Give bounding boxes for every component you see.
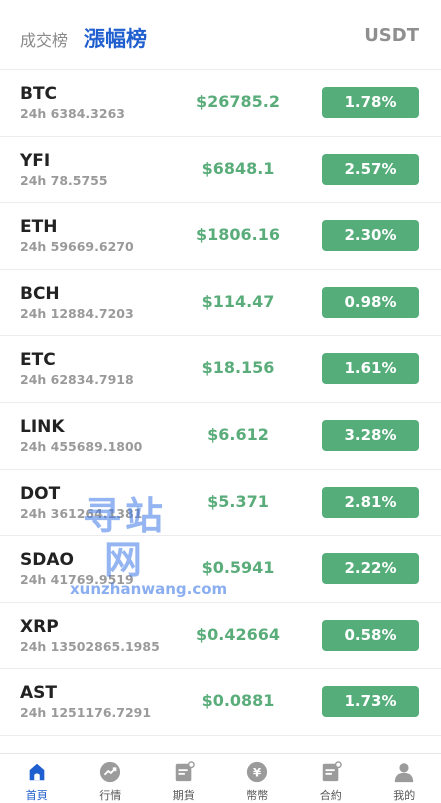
quote-currency[interactable]: USDT [364, 25, 419, 46]
tab-futures[interactable]: 期貨 [147, 754, 221, 803]
coin-price: $6.612 [207, 424, 269, 444]
list-item[interactable]: AST 24h 1251176.7291 $0.0881 1.73% [0, 669, 441, 736]
tab-label: 合約 [319, 789, 342, 802]
tab-market[interactable]: 行情 [74, 754, 148, 803]
change-badge[interactable]: 0.98% [322, 286, 419, 318]
change-badge[interactable]: 2.81% [322, 486, 419, 518]
coin-symbol: BTC [20, 84, 58, 104]
change-badge[interactable]: 1.78% [322, 87, 419, 118]
tab-label: 期貨 [172, 789, 195, 802]
coin-symbol: BCH [20, 283, 60, 304]
coin-volume: 24h 1251176.7291 [20, 705, 152, 721]
coin-price: $0.42664 [195, 624, 280, 644]
coin-symbol: DOT [20, 483, 61, 504]
coin-price: $5.371 [207, 491, 269, 511]
coin-symbol: SDAO [20, 550, 74, 571]
list-item[interactable]: LINK 24h 455689.1800 $6.612 3.28% [0, 402, 441, 470]
coin-price: $1806.16 [195, 225, 280, 245]
tab-label: 行情 [99, 789, 122, 802]
contract-icon [322, 761, 342, 782]
change-badge[interactable]: 0.58% [322, 619, 419, 651]
coin-symbol: YFI [20, 150, 51, 171]
list-item[interactable]: YFI 24h 78.5755 $6848.1 2.57% [0, 136, 441, 204]
change-badge[interactable]: 2.57% [322, 153, 419, 185]
coin-volume: 24h 6384.3263 [20, 106, 125, 121]
coin-price: $114.47 [201, 291, 275, 311]
tab-profile[interactable]: 我的 [368, 754, 441, 803]
coin-symbol: ETC [20, 350, 56, 371]
coin-volume: 24h 62834.7918 [20, 372, 134, 388]
coin-price: $26785.2 [195, 92, 280, 111]
change-badge[interactable]: 1.61% [322, 353, 419, 385]
user-icon [395, 763, 414, 783]
list-item[interactable]: DOT 24h 361264.1381 $5.371 2.81% [0, 469, 441, 537]
list-item[interactable]: XRP 24h 13502865.1985 $0.42664 0.58% [0, 602, 441, 670]
coin-volume: 24h 78.5755 [20, 172, 108, 188]
list-item[interactable]: SDAO 24h 41769.9519 $0.5941 2.22% [0, 536, 441, 603]
change-badge[interactable]: 2.30% [322, 220, 419, 252]
list-item[interactable]: BTC 24h 6384.3263 $26785.2 1.78% [0, 70, 441, 137]
coin-price: $18.156 [201, 358, 275, 378]
list-item[interactable]: ETH 24h 59669.6270 $1806.16 2.30% [0, 203, 441, 270]
trend-icon [100, 761, 121, 783]
change-badge[interactable]: 2.22% [322, 553, 419, 585]
coin-symbol: XRP [20, 616, 59, 637]
bottom-tab-bar: 首頁 行情 期貨 ¥ 幣幣 合約 我的 [0, 753, 441, 803]
coin-volume: 24h 41769.9519 [20, 572, 134, 588]
ranking-list: BTC 24h 6384.3263 $26785.2 1.78% YFI 24h… [0, 70, 441, 736]
coin-icon: ¥ [247, 761, 268, 783]
home-icon [29, 763, 45, 781]
coin-volume: 24h 12884.7203 [20, 305, 134, 321]
tab-contract[interactable]: 合約 [294, 754, 368, 803]
svg-text:¥: ¥ [253, 766, 262, 780]
coin-volume: 24h 361264.1381 [20, 505, 143, 521]
tab-label: 幣幣 [246, 789, 269, 802]
coin-volume: 24h 59669.6270 [20, 239, 134, 255]
coin-volume: 24h 455689.1800 [20, 438, 143, 454]
change-badge[interactable]: 3.28% [322, 419, 419, 451]
coin-symbol: ETH [20, 217, 58, 238]
header: 成交榜 漲幅榜 USDT [0, 0, 441, 70]
coin-symbol: AST [20, 683, 57, 704]
futures-icon [175, 761, 195, 782]
change-badge[interactable]: 1.73% [322, 686, 419, 718]
list-item[interactable]: BCH 24h 12884.7203 $114.47 0.98% [0, 269, 441, 337]
coin-symbol: LINK [20, 416, 65, 437]
tab-label: 首頁 [25, 789, 48, 802]
coin-price: $6848.1 [201, 158, 275, 178]
coin-volume: 24h 13502865.1985 [20, 638, 160, 654]
coin-price: $0.0881 [201, 691, 275, 711]
tab-gainers-ranking[interactable]: 漲幅榜 [84, 23, 147, 53]
list-item[interactable]: ETC 24h 62834.7918 $18.156 1.61% [0, 336, 441, 403]
coin-price: $0.5941 [201, 558, 275, 578]
tab-spot[interactable]: ¥ 幣幣 [221, 754, 295, 803]
tab-volume-ranking[interactable]: 成交榜 [20, 27, 68, 51]
tab-home[interactable]: 首頁 [0, 754, 74, 803]
tab-label: 我的 [393, 789, 416, 802]
